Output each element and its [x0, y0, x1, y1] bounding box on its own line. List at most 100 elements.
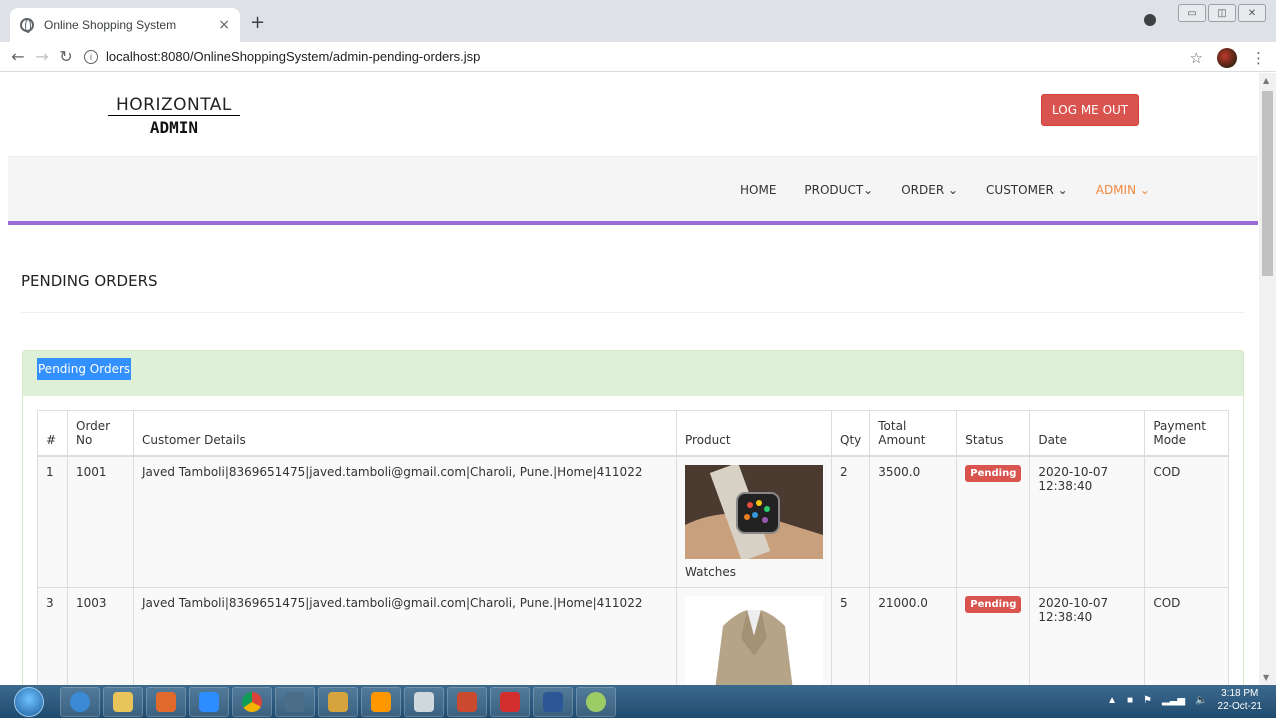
url-text: localhost:8080/OnlineShoppingSystem/admi…: [106, 49, 481, 64]
bookmark-star-icon[interactable]: ☆: [1190, 49, 1203, 67]
main-navbar: HOME PRODUCT⌄ ORDER ⌄ CUSTOMER ⌄ ADMIN ⌄: [8, 157, 1258, 225]
col-header-num: #: [37, 410, 68, 457]
cell-num: 1: [37, 455, 68, 588]
cell-status: Pending: [956, 587, 1031, 685]
show-hidden-icons-icon[interactable]: ▲: [1107, 695, 1117, 706]
new-tab-button[interactable]: +: [250, 12, 265, 33]
col-header-status: Status: [956, 410, 1031, 457]
menu-kebab-icon[interactable]: ⋮: [1251, 49, 1266, 67]
panel-title: Pending Orders: [37, 358, 132, 380]
nav-admin[interactable]: ADMIN ⌄: [1096, 183, 1150, 197]
cell-date: 2020-10-07 12:38:40: [1029, 587, 1146, 685]
cell-order-no: 1003: [67, 587, 134, 685]
nav-home[interactable]: HOME: [740, 183, 776, 197]
table-header-row: # Order No Customer Details Product Qty …: [37, 410, 1229, 457]
window-app-icon[interactable]: [404, 686, 444, 717]
chrome-icon[interactable]: [232, 686, 272, 717]
tab-title: Online Shopping System: [44, 18, 177, 32]
sublime-text-icon[interactable]: [361, 686, 401, 717]
acrobat-icon[interactable]: [490, 686, 530, 717]
reload-icon[interactable]: ↻: [54, 47, 78, 66]
nav-order[interactable]: ORDER ⌄: [901, 183, 958, 197]
page-title: PENDING ORDERS: [21, 272, 158, 290]
cell-qty: 2: [830, 455, 871, 588]
url-field[interactable]: i localhost:8080/OnlineShoppingSystem/ad…: [84, 49, 480, 64]
media-player-icon[interactable]: [146, 686, 186, 717]
start-button[interactable]: [14, 686, 44, 717]
cell-qty: 5: [830, 587, 871, 685]
divider: [21, 312, 1244, 313]
clock-time: 3:18 PM: [1221, 688, 1259, 699]
logout-button[interactable]: LOG ME OUT: [1041, 94, 1140, 126]
nav-customer[interactable]: CUSTOMER ⌄: [986, 183, 1068, 197]
volume-icon[interactable]: 🔈: [1195, 695, 1207, 706]
window-controls: ▭ ◫ ✕: [1178, 4, 1266, 22]
paint-icon[interactable]: [576, 686, 616, 717]
ie-icon[interactable]: [60, 686, 100, 717]
orders-table: # Order No Customer Details Product Qty …: [37, 410, 1229, 685]
nav-menu: HOME PRODUCT⌄ ORDER ⌄ CUSTOMER ⌄ ADMIN ⌄: [740, 183, 1178, 197]
nav-product[interactable]: PRODUCT⌄: [804, 183, 873, 197]
cell-product: [676, 587, 832, 685]
cell-payment: COD: [1144, 455, 1229, 588]
orders-panel: Pending Orders # Order No Customer Detai…: [22, 350, 1244, 685]
snipping-tool-icon[interactable]: [275, 686, 315, 717]
java-ide-icon[interactable]: [447, 686, 487, 717]
cell-num: 3: [37, 587, 68, 685]
site-logo[interactable]: HORIZONTAL ADMIN: [108, 95, 240, 137]
zoom-icon[interactable]: [189, 686, 229, 717]
status-badge: Pending: [965, 465, 1022, 482]
scroll-down-icon[interactable]: ▼: [1263, 673, 1269, 682]
logo-line2: ADMIN: [149, 118, 199, 137]
suit-jacket-image: [685, 596, 823, 685]
product-name: Watches: [685, 565, 736, 579]
col-header-customer: Customer Details: [133, 410, 677, 457]
scroll-up-icon[interactable]: ▲: [1263, 76, 1269, 85]
file-explorer-icon[interactable]: [103, 686, 143, 717]
page-scrollbar[interactable]: ▲ ▼: [1259, 73, 1276, 685]
cell-payment: COD: [1144, 587, 1229, 685]
table-row: 3 1003 Javed Tamboli|8369651475|javed.ta…: [37, 587, 1229, 685]
lock-app-icon[interactable]: [318, 686, 358, 717]
close-window-button[interactable]: ✕: [1238, 4, 1266, 22]
minimize-button[interactable]: ▭: [1178, 4, 1206, 22]
system-tray: ▲ ■ ⚑ ▂▃▅ 🔈 3:18 PM 22-Oct-21: [1107, 687, 1262, 713]
clock[interactable]: 3:18 PM 22-Oct-21: [1218, 687, 1262, 713]
cell-order-no: 1001: [67, 455, 134, 588]
tab-close-button[interactable]: ×: [218, 17, 230, 33]
back-icon[interactable]: ←: [6, 47, 30, 66]
forward-icon[interactable]: →: [30, 47, 54, 66]
scrollbar-thumb[interactable]: [1262, 91, 1273, 276]
globe-icon: [20, 18, 34, 33]
logo-line1: HORIZONTAL: [108, 95, 240, 116]
col-header-payment: Payment Mode: [1144, 410, 1229, 457]
cell-amount: 21000.0: [869, 587, 958, 685]
info-icon[interactable]: i: [84, 49, 98, 64]
address-bar: ← → ↻ i localhost:8080/OnlineShoppingSys…: [0, 42, 1276, 72]
col-header-date: Date: [1029, 410, 1146, 457]
restore-button[interactable]: ◫: [1208, 4, 1236, 22]
page: HORIZONTAL ADMIN LOG ME OUT HOME PRODUCT…: [8, 73, 1258, 685]
panel-body: # Order No Customer Details Product Qty …: [23, 396, 1243, 685]
cell-customer: Javed Tamboli|8369651475|javed.tamboli@g…: [133, 455, 677, 588]
clock-date: 22-Oct-21: [1217, 701, 1262, 712]
browser-tab[interactable]: Online Shopping System ×: [10, 8, 240, 42]
col-header-qty: Qty: [830, 410, 871, 457]
network-icon[interactable]: ▂▃▅: [1162, 695, 1185, 706]
flag-icon[interactable]: ⚑: [1143, 695, 1152, 706]
cell-customer: Javed Tamboli|8369651475|javed.tamboli@g…: [133, 587, 677, 685]
col-header-product: Product: [676, 410, 832, 457]
table-row: 1 1001 Javed Tamboli|8369651475|javed.ta…: [37, 455, 1229, 588]
cell-date: 2020-10-07 12:38:40: [1029, 455, 1146, 588]
word-icon[interactable]: [533, 686, 573, 717]
taskbar: ▲ ■ ⚑ ▂▃▅ 🔈 3:18 PM 22-Oct-21: [0, 685, 1276, 718]
panel-heading: Pending Orders: [23, 351, 1243, 396]
site-header: HORIZONTAL ADMIN LOG ME OUT: [8, 73, 1258, 157]
profile-avatar[interactable]: [1217, 48, 1237, 68]
browser-tabbar: Online Shopping System × + ▭ ◫ ✕: [0, 0, 1276, 42]
zoom-tray-icon[interactable]: ■: [1127, 695, 1133, 706]
cell-product: Watches: [676, 455, 832, 588]
cell-amount: 3500.0: [869, 455, 958, 588]
col-header-order-no: Order No: [67, 410, 134, 457]
smartwatch-image: [685, 462, 823, 562]
